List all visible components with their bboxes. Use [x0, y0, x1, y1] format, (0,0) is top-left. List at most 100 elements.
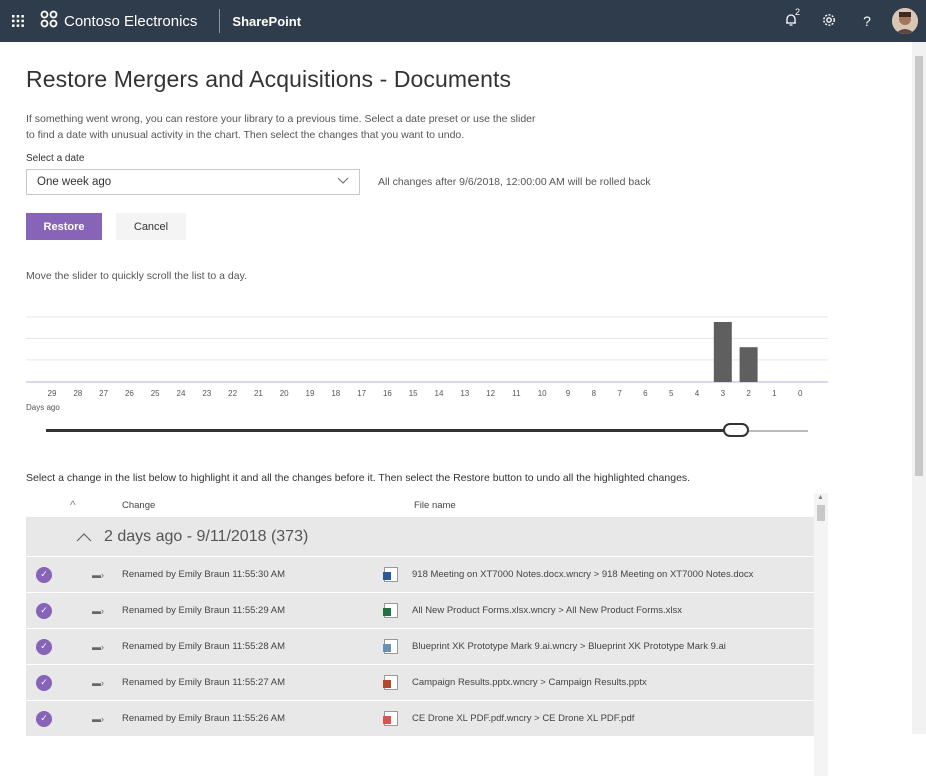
file-name: CE Drone XL PDF.pdf.wncry > CE Drone XL … [412, 713, 635, 724]
chart-tick-label: 28 [73, 389, 82, 398]
chart-tick-label: 13 [460, 389, 469, 398]
cancel-button[interactable]: Cancel [116, 213, 186, 240]
group-title: 2 days ago - 9/11/2018 (373) [104, 528, 309, 545]
app-name[interactable]: SharePoint [232, 14, 301, 29]
notifications-button[interactable]: 2 [772, 0, 810, 42]
help-button[interactable]: ? [848, 0, 886, 42]
chart-tick-label: 9 [566, 389, 571, 398]
file-name: Blueprint XK Prototype Mark 9.ai.wncry >… [412, 641, 726, 652]
chart-tick-label: 0 [798, 389, 803, 398]
app-launcher-icon[interactable] [0, 0, 36, 42]
chart-tick-label: 18 [331, 389, 340, 398]
restore-button[interactable]: Restore [26, 213, 102, 240]
chart-tick-label: 1 [772, 389, 777, 398]
chart-tick-label: 19 [306, 389, 315, 398]
chart-tick-label: 24 [177, 389, 186, 398]
chart-tick-label: 22 [228, 389, 237, 398]
rename-icon: ▬› [92, 641, 104, 652]
date-select-label: Select a date [26, 153, 85, 164]
table-row[interactable]: ✓ ▬› Renamed by Emily Braun 11:55:27 AM Cam… [26, 664, 828, 700]
settings-button[interactable] [810, 0, 848, 42]
chart-tick-label: 7 [617, 389, 622, 398]
suite-bar: Contoso Electronics SharePoint 2 ? [0, 0, 926, 42]
table-row[interactable]: ✓ ▬› Renamed by Emily Braun 11:55:28 AM Blu… [26, 628, 828, 664]
rename-icon: ▬› [92, 713, 104, 724]
chart-tick-label: 25 [151, 389, 160, 398]
change-description: Renamed by Emily Braun 11:55:30 AM [122, 569, 285, 580]
chart-bar-day-3[interactable] [713, 322, 732, 382]
change-description: Renamed by Emily Braun 11:55:26 AM [122, 713, 285, 724]
chart-tick-label: 29 [48, 389, 57, 398]
scroll-up-icon[interactable]: ▲ [817, 494, 824, 501]
restore-panel: Restore Mergers and Acquisitions - Docum… [26, 42, 906, 776]
change-description: Renamed by Emily Braun 11:55:29 AM [122, 605, 285, 616]
days-ago-axis-label: Days ago [26, 403, 60, 412]
check-circle-icon[interactable]: ✓ [36, 674, 52, 691]
chart-tick-label: 16 [383, 389, 392, 398]
user-avatar[interactable] [892, 8, 918, 34]
rename-icon: ▬› [92, 677, 104, 688]
check-circle-icon[interactable]: ✓ [36, 710, 52, 727]
check-circle-icon[interactable]: ✓ [36, 638, 52, 655]
chevron-down-icon [337, 176, 349, 188]
chart-tick-label: 2 [746, 389, 751, 398]
rename-icon: ▬› [92, 605, 104, 616]
chart-tick-label: 4 [695, 389, 700, 398]
chart-tick-label: 8 [592, 389, 597, 398]
column-header-change[interactable]: Change [122, 500, 414, 511]
notification-count: 2 [794, 7, 800, 17]
rename-icon: ▬› [92, 569, 104, 580]
table-row[interactable]: ✓ ▬› Renamed by Emily Braun 11:55:29 AM All… [26, 592, 828, 628]
powerpoint-file-icon [383, 675, 398, 690]
chart-tick-label: 17 [357, 389, 366, 398]
chart-tick-label: 15 [409, 389, 418, 398]
help-icon: ? [863, 13, 871, 29]
page-scrollbar[interactable] [912, 42, 926, 734]
day-slider-fill [46, 429, 736, 432]
day-slider-thumb[interactable] [722, 423, 749, 437]
chart-tick-label: 26 [125, 389, 134, 398]
chevron-up-icon[interactable] [62, 529, 102, 546]
chart-bar-day-2[interactable] [739, 347, 758, 382]
page-scrollbar-thumb[interactable] [915, 56, 923, 476]
collapse-all-icon[interactable]: ^ [26, 498, 122, 512]
rollback-note: All changes after 9/6/2018, 12:00:00 AM … [378, 176, 651, 188]
file-name: Campaign Results.pptx.wncry > Campaign R… [412, 677, 647, 688]
changes-list: ^ Change File name 2 days ago - 9/11/201… [26, 493, 828, 736]
chart-tick-label: 10 [538, 389, 547, 398]
check-circle-icon[interactable]: ✓ [36, 602, 52, 619]
table-row[interactable]: ✓ ▬› Renamed by Emily Braun 11:55:26 AM CE … [26, 700, 828, 736]
date-preset-dropdown[interactable]: One week ago [26, 169, 360, 195]
suite-divider [219, 9, 221, 33]
activity-chart-svg: 29 28 27 26 25 24 23 22 21 20 19 18 17 16 15 14 13 12 11 10… [26, 316, 828, 398]
file-name: 918 Meeting on XT7000 Notes.docx.wncry >… [412, 569, 754, 580]
word-file-icon [383, 567, 398, 582]
page-title: Restore Mergers and Acquisitions - Docum… [26, 66, 512, 92]
list-header: ^ Change File name [26, 493, 828, 518]
chart-tick-label: 21 [254, 389, 263, 398]
check-circle-icon[interactable]: ✓ [36, 566, 52, 583]
chart-tick-label: 6 [643, 389, 648, 398]
chart-tick-label: 5 [669, 389, 674, 398]
chart-tick-label: 27 [99, 389, 108, 398]
list-scrollbar-thumb[interactable] [817, 505, 825, 521]
org-name: Contoso Electronics [64, 12, 198, 30]
excel-file-icon [383, 603, 398, 618]
image-file-icon [383, 639, 398, 654]
group-header[interactable]: 2 days ago - 9/11/2018 (373) [26, 518, 828, 556]
activity-chart: 29 28 27 26 25 24 23 22 21 20 19 18 17 16 15 14 13 12 11 10… [26, 312, 836, 422]
chart-tick-label: 3 [721, 389, 726, 398]
column-header-file-name[interactable]: File name [414, 500, 814, 511]
file-name: All New Product Forms.xlsx.wncry > All N… [412, 605, 683, 616]
table-row[interactable]: ✓ ▬› Renamed by Emily Braun 11:55:30 AM 918… [26, 556, 828, 592]
slider-hint: Move the slider to quickly scroll the li… [26, 270, 247, 282]
date-preset-value: One week ago [37, 176, 112, 188]
pdf-file-icon [383, 711, 398, 726]
chart-tick-label: 11 [512, 389, 521, 398]
gear-icon [822, 13, 836, 30]
org-brand[interactable]: Contoso Electronics [40, 10, 197, 32]
chart-tick-label: 14 [435, 389, 444, 398]
chart-tick-label: 23 [202, 389, 211, 398]
change-description: Renamed by Emily Braun 11:55:28 AM [122, 641, 285, 652]
contoso-logo-icon [40, 10, 58, 32]
